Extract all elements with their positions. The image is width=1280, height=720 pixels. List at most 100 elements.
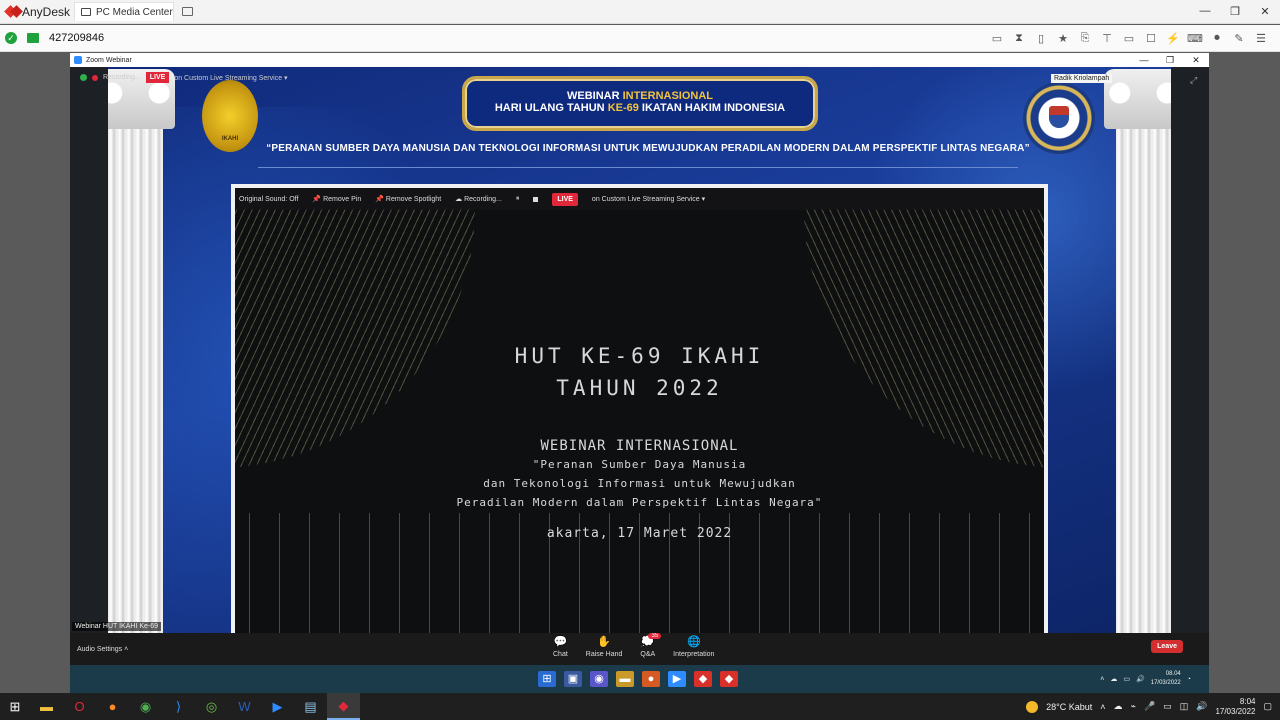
video-line-7: akarta, 17 Maret 2022 <box>546 526 733 541</box>
zoom-recording-label: Recording... <box>103 74 141 81</box>
tab-pc-media-center[interactable]: PC Media Center <box>74 2 174 21</box>
video-title-line-2: TAHUN 2022 <box>556 376 723 400</box>
remove-spotlight-button[interactable]: 📌 Remove Spotlight <box>375 195 441 203</box>
local-system-tray: 28°C Kabut ˄ ☁ ⌁ 🎤 ▭ ◫ 🔊 8:04 17/03/2022… <box>1026 697 1280 717</box>
remove-pin-button[interactable]: 📌 Remove Pin <box>312 195 361 203</box>
interpretation-button[interactable]: 🌐 Interpretation <box>673 636 714 658</box>
new-session-icon[interactable] <box>182 7 193 16</box>
remote-tray-chevron-icon[interactable]: ˄ <box>1100 676 1104 683</box>
zoom-stream-label: on Custom Live Streaming Service <box>174 74 283 82</box>
qa-button[interactable]: 💭 35 Q&A <box>640 633 662 658</box>
zoom-controls: 💬 Chat ✋ Raise Hand 💭 35 Q&A 🌐 Interpret… <box>553 633 714 658</box>
windows-start-icon[interactable]: ⊞ <box>0 699 30 715</box>
remote-volume-icon[interactable]: 🔊 <box>1136 675 1145 683</box>
usb-icon[interactable]: ⌁ <box>1131 701 1136 712</box>
leave-button[interactable]: Leave <box>1151 640 1183 653</box>
audio-settings-label: Audio Settings <box>77 645 123 653</box>
keyboard-icon[interactable]: ⌨ <box>1184 32 1206 45</box>
qa-label: Q&A <box>640 651 656 658</box>
window-controls: — ❐ ✕ <box>1190 5 1280 18</box>
stream-service-dropdown[interactable]: on Custom Live Streaming Service ▾ <box>592 195 705 203</box>
remote-teams-icon[interactable]: ◉ <box>590 671 608 687</box>
remote-firefox-icon[interactable]: ● <box>642 671 660 687</box>
notification-center-icon[interactable]: ▢ <box>1263 701 1272 712</box>
chat-button[interactable]: 💬 Chat <box>553 636 568 658</box>
actions-icon[interactable]: ⚡ <box>1162 32 1184 45</box>
vscode-icon[interactable]: ⟩ <box>162 693 195 720</box>
qa-badge: 35 <box>648 633 662 639</box>
slide-divider <box>258 167 1018 168</box>
ikahi-logo-text: IKAHI <box>221 136 239 142</box>
raise-hand-label: Raise Hand <box>585 651 623 658</box>
draw-icon[interactable]: ✎ <box>1228 32 1250 45</box>
clipboard-icon[interactable]: ▯ <box>1030 32 1052 45</box>
remote-taskview-icon[interactable]: ▣ <box>564 671 582 687</box>
minimize-button[interactable]: — <box>1190 5 1220 18</box>
remote-notification-icon[interactable]: ◔ <box>1187 676 1191 683</box>
anydesk-taskbar-icon[interactable]: ◆ <box>327 693 360 720</box>
remote-address: 427209846 <box>49 32 105 44</box>
remote-zoom-icon[interactable]: ▶ <box>668 671 686 687</box>
microphone-icon[interactable]: 🎤 <box>1144 701 1155 712</box>
remote-clock: 08.04 17/03/2022 <box>1151 670 1181 688</box>
raise-hand-button[interactable]: ✋ Raise Hand <box>586 636 623 658</box>
remote-network-icon[interactable]: ▭ <box>1123 675 1130 683</box>
remote-taskbar-apps: ⊞ ▣ ◉ ▬ ● ▶ ◆ ◆ <box>538 671 738 687</box>
zoom-minimize-button[interactable]: — <box>1131 55 1157 66</box>
tray-chevron-icon[interactable]: ˄ <box>1100 702 1105 712</box>
zoom-stream-dropdown[interactable]: on Custom Live Streaming Service ▾ <box>174 74 287 82</box>
recording-dot-icon <box>92 74 98 81</box>
globe-icon: 🌐 <box>686 636 701 648</box>
banner-line-1-highlight: INTERNASIONAL <box>622 90 714 102</box>
remove-spotlight-label: Remove Spotlight <box>385 196 442 203</box>
curtain-right-decoration <box>804 208 1044 468</box>
onedrive-icon[interactable]: ☁ <box>1114 701 1123 712</box>
zoom-recording-indicator: Recording... LIVE on Custom Live Streami… <box>80 72 288 83</box>
file-transfer-icon[interactable]: ⎘ <box>1074 32 1096 45</box>
webinar-banner: WEBINAR INTERNASIONAL HARI ULANG TAHUN K… <box>462 76 818 131</box>
zoom-restore-button[interactable]: ❐ <box>1157 55 1183 66</box>
chrome-icon[interactable]: ◉ <box>129 693 162 720</box>
local-clock[interactable]: 8:04 17/03/2022 <box>1215 697 1255 717</box>
connected-monitor-icon <box>27 33 39 43</box>
firefox-icon[interactable]: ● <box>96 693 129 720</box>
audio-settings-button[interactable]: Audio Settings ˄ <box>77 646 128 653</box>
close-button[interactable]: ✕ <box>1250 5 1280 18</box>
pinned-video[interactable]: Original Sound: Off 📌 Remove Pin 📌 Remov… <box>231 184 1048 633</box>
zoom-window-controls: — ❐ ✕ <box>1131 55 1209 66</box>
weather-text[interactable]: 28°C Kabut <box>1046 702 1092 712</box>
file-explorer-icon[interactable]: ▬ <box>30 693 63 720</box>
battery-icon[interactable]: ▭ <box>1163 701 1172 712</box>
record-icon[interactable]: ⏺ <box>1206 32 1228 45</box>
message-icon[interactable]: ☐ <box>1140 32 1162 45</box>
opera-icon[interactable]: O <box>63 693 96 720</box>
fullscreen-icon[interactable]: ⤢ <box>1190 75 1197 86</box>
banner-line-2-highlight: KE-69 <box>607 102 639 114</box>
monitor-select-icon[interactable]: ⊤ <box>1096 32 1118 45</box>
maximize-button[interactable]: ❐ <box>1220 5 1250 18</box>
word-icon[interactable]: W <box>228 693 261 720</box>
zoom-icon[interactable]: ▶ <box>261 693 294 720</box>
network-icon[interactable]: ◫ <box>1180 701 1189 712</box>
corel-icon[interactable]: ◎ <box>195 693 228 720</box>
remote-cloud-icon: ☁ <box>1110 676 1118 683</box>
remote-folder-icon[interactable]: ▬ <box>616 671 634 687</box>
stop-icon[interactable] <box>533 196 539 202</box>
chat-icon[interactable]: ▭ <box>986 32 1008 45</box>
menu-icon[interactable]: ☰ <box>1250 32 1272 45</box>
favorite-icon[interactable]: ★ <box>1052 32 1074 45</box>
notepad-icon[interactable]: ▤ <box>294 693 327 720</box>
pause-icon[interactable]: ⏸ <box>516 195 520 203</box>
remote-anydesk-icon-2[interactable]: ◆ <box>720 671 738 687</box>
original-sound-toggle[interactable]: Original Sound: Off <box>239 196 298 203</box>
shared-slide: IKAHI WEBINAR INTERNASIONAL HARI ULANG T… <box>108 67 1171 633</box>
display-icon[interactable]: ▭ <box>1118 32 1140 45</box>
security-shield-icon <box>80 74 87 81</box>
remote-anydesk-icon-1[interactable]: ◆ <box>694 671 712 687</box>
zoom-close-button[interactable]: ✕ <box>1183 55 1209 66</box>
remote-start-icon[interactable]: ⊞ <box>538 671 556 687</box>
hourglass-icon[interactable]: ⧗ <box>1008 32 1030 45</box>
weather-icon <box>1026 700 1039 713</box>
zoom-live-badge: LIVE <box>145 72 170 83</box>
volume-icon[interactable]: 🔊 <box>1196 701 1207 712</box>
